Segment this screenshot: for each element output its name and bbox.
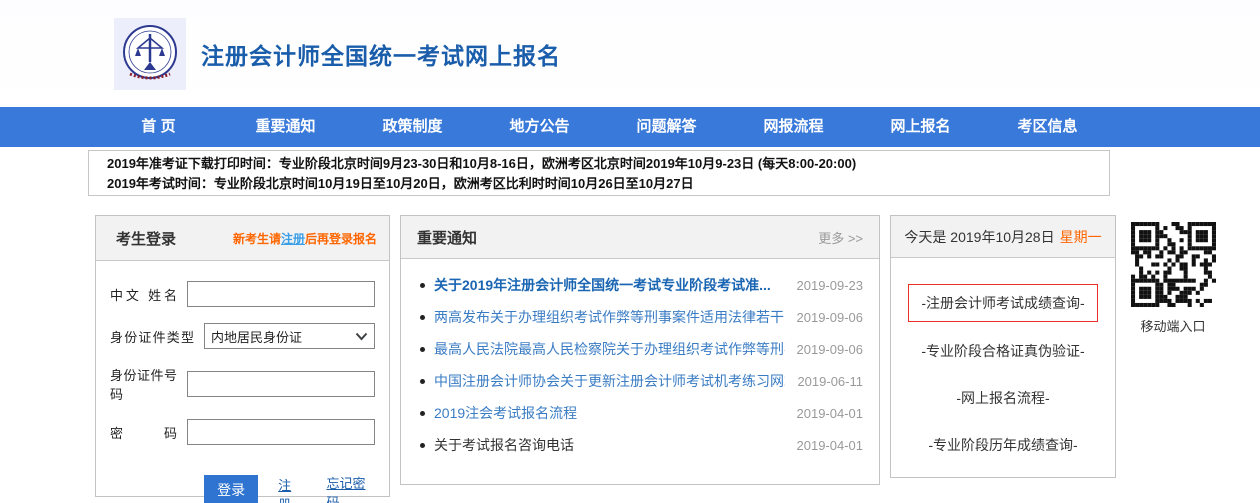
qr-code-icon	[1131, 222, 1216, 307]
site-header: 注册会计师全国统一考试网上报名	[0, 0, 1260, 107]
notice-row: 2019注会考试报名流程 2019-04-01	[401, 397, 879, 429]
nav-item-policies[interactable]: 政策制度	[349, 107, 476, 147]
hint-prefix: 新考生请	[233, 232, 281, 246]
nav-item-important-notices[interactable]: 重要通知	[222, 107, 349, 147]
quick-link-historical-scores[interactable]: -专业阶段历年成绩查询-	[928, 435, 1077, 455]
notices-panel-title: 重要通知	[417, 227, 477, 248]
nav-item-registration-process[interactable]: 网报流程	[730, 107, 857, 147]
nav-item-home[interactable]: 首 页	[95, 107, 222, 147]
quick-link-registration-process[interactable]: -网上报名流程-	[956, 388, 1049, 408]
schedule-line-1: 2019年准考证下载打印时间：专业阶段北京时间9月23-30日和10月8-16日…	[107, 154, 1099, 174]
name-label: 中文 姓名	[110, 285, 177, 304]
notice-link[interactable]: 2019注会考试报名流程	[434, 403, 785, 423]
notice-row: 中国注册会计师协会关于更新注册会计师考试机考练习网站的公... 2019-06-…	[401, 365, 879, 397]
schedule-line-2: 2019年考试时间：专业阶段北京时间10月19日至10月20日，欧洲考区比利时时…	[107, 174, 1099, 194]
notice-row: 最高人民法院最高人民检察院关于办理组织考试作弊等刑事案件... 2019-09-…	[401, 333, 879, 365]
notice-date: 2019-04-01	[797, 438, 864, 453]
notice-link[interactable]: 关于考试报名咨询电话	[434, 435, 785, 455]
bullet-icon	[420, 411, 425, 416]
bullet-icon	[420, 347, 425, 352]
hint-suffix: 后再登录报名	[305, 232, 377, 246]
notice-date: 2019-09-06	[797, 342, 864, 357]
notice-link[interactable]: 两高发布关于办理组织考试作弊等刑事案件适用法律若干问题的...	[434, 307, 785, 327]
quick-links-panel: 今天是 2019年10月28日 星期一 -注册会计师考试成绩查询- -专业阶段合…	[890, 215, 1116, 478]
bullet-icon	[420, 379, 425, 384]
page-title: 注册会计师全国统一考试网上报名	[201, 37, 561, 71]
new-candidate-hint: 新考生请注册后再登录报名	[233, 230, 377, 247]
password-input[interactable]	[187, 419, 375, 445]
notice-date: 2019-09-23	[797, 278, 864, 293]
notice-date: 2019-04-01	[797, 406, 864, 421]
more-notices-link[interactable]: 更多 >>	[818, 228, 863, 247]
today-weekday: 星期一	[1060, 227, 1102, 247]
login-button[interactable]: 登录	[204, 475, 258, 503]
notice-link[interactable]: 关于2019年注册会计师全国统一考试专业阶段考试准...	[434, 275, 785, 295]
id-type-selected-value: 内地居民身份证	[211, 327, 302, 346]
notice-row: 关于考试报名咨询电话 2019-04-01	[401, 429, 879, 461]
id-type-select[interactable]: 内地居民身份证	[204, 323, 375, 349]
notice-row: 关于2019年注册会计师全国统一考试专业阶段考试准... 2019-09-23	[401, 269, 879, 301]
notice-link[interactable]: 中国注册会计师协会关于更新注册会计师考试机考练习网站的公...	[434, 371, 785, 391]
password-label: 密 码	[110, 423, 177, 442]
id-number-label: 身份证件号码	[110, 365, 177, 403]
mobile-entry-block: 移动端入口	[1128, 222, 1218, 335]
exam-schedule-banner: 2019年准考证下载打印时间：专业阶段北京时间9月23-30日和10月8-16日…	[88, 150, 1110, 196]
quick-link-certificate-verification[interactable]: -专业阶段合格证真伪验证-	[921, 341, 1084, 361]
bullet-icon	[420, 283, 425, 288]
today-date: 今天是 2019年10月28日	[904, 227, 1054, 247]
nav-item-exam-area-info[interactable]: 考区信息	[984, 107, 1111, 147]
login-panel-title: 考生登录	[116, 228, 176, 249]
hint-register-link[interactable]: 注册	[281, 232, 305, 246]
chinese-name-input[interactable]	[187, 281, 375, 307]
id-number-input[interactable]	[187, 371, 375, 397]
important-notices-panel: 重要通知 更多 >> 关于2019年注册会计师全国统一考试专业阶段考试准... …	[400, 215, 880, 485]
id-type-label: 身份证件类型	[110, 327, 194, 346]
nav-item-local-announcements[interactable]: 地方公告	[476, 107, 603, 147]
notice-date: 2019-06-11	[797, 374, 863, 389]
bullet-icon	[420, 315, 425, 320]
notice-date: 2019-09-06	[797, 310, 864, 325]
bullet-icon	[420, 443, 425, 448]
register-link[interactable]: 注册	[278, 475, 302, 503]
notice-row: 两高发布关于办理组织考试作弊等刑事案件适用法律若干问题的... 2019-09-…	[401, 301, 879, 333]
cicpa-logo-icon	[113, 17, 187, 91]
page: 注册会计师全国统一考试网上报名 首 页 重要通知 政策制度 地方公告 问题解答 …	[0, 0, 1260, 503]
chevron-down-icon	[355, 332, 368, 341]
forgot-password-link[interactable]: 忘记密码	[326, 473, 375, 503]
notice-link[interactable]: 最高人民法院最高人民检察院关于办理组织考试作弊等刑事案件...	[434, 339, 785, 359]
quick-link-score-query[interactable]: -注册会计师考试成绩查询-	[908, 284, 1097, 322]
nav-item-online-registration[interactable]: 网上报名	[857, 107, 984, 147]
main-nav: 首 页 重要通知 政策制度 地方公告 问题解答 网报流程 网上报名 考区信息	[0, 107, 1260, 147]
nav-item-faq[interactable]: 问题解答	[603, 107, 730, 147]
candidate-login-panel: 考生登录 新考生请注册后再登录报名 中文 姓名 身份证件类型 内地居民身份证 身…	[95, 215, 390, 497]
qr-code-label: 移动端入口	[1128, 316, 1218, 335]
